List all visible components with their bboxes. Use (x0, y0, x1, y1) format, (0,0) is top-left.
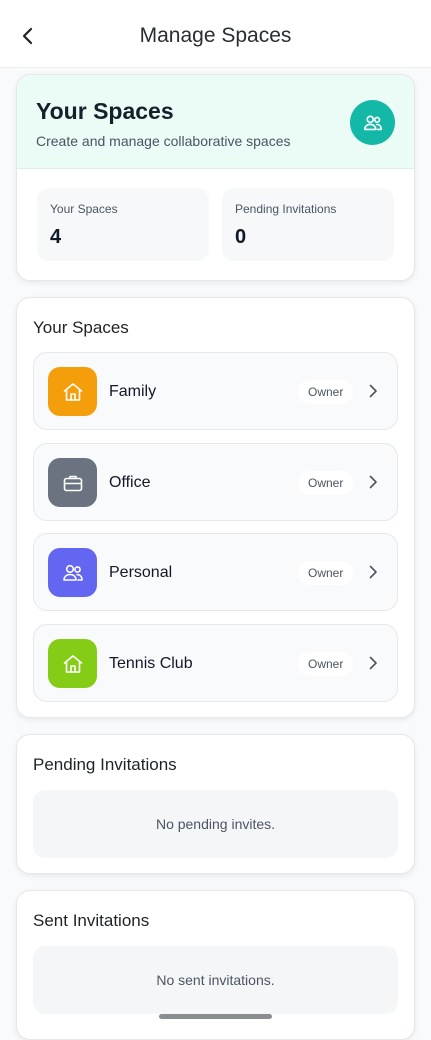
stat-label: Your Spaces (50, 202, 118, 216)
stat-pending-invitations: Pending Invitations 0 (222, 188, 394, 261)
role-badge: Owner (298, 652, 354, 676)
space-name: Office (109, 474, 151, 491)
space-item-tennis-club[interactable]: Tennis Club Owner (33, 624, 398, 702)
section-title: Your Spaces (33, 318, 129, 337)
section-title: Sent Invitations (33, 911, 150, 930)
top-app-bar: Manage Spaces (0, 0, 431, 68)
section-title: Pending Invitations (33, 755, 177, 774)
spaces-summary-card: Your Spaces Create and manage collaborat… (16, 74, 415, 281)
chevron-right-icon (369, 384, 377, 398)
space-item-family[interactable]: Family Owner (33, 352, 398, 430)
space-item-office[interactable]: Office Owner (33, 443, 398, 521)
home-icon (48, 639, 97, 688)
space-item-personal[interactable]: Personal Owner (33, 533, 398, 611)
spaces-list-card: Your Spaces Family Owner Office Owner Pe… (16, 297, 415, 718)
role-badge: Owner (298, 380, 354, 404)
role-badge: Owner (298, 471, 354, 495)
pending-invitations-card: Pending Invitations No pending invites. (16, 734, 415, 874)
chevron-right-icon (369, 475, 377, 489)
space-name: Family (109, 383, 157, 400)
stat-value: 0 (235, 226, 247, 248)
summary-banner: Your Spaces Create and manage collaborat… (17, 75, 414, 169)
role-badge: Owner (298, 561, 354, 585)
users-icon (48, 548, 97, 597)
home-indicator[interactable] (159, 1014, 272, 1019)
empty-state: No pending invites. (33, 790, 398, 858)
home-icon (48, 367, 97, 416)
stat-your-spaces: Your Spaces 4 (37, 188, 209, 261)
summary-title: Your Spaces (36, 98, 174, 124)
space-name: Tennis Club (109, 655, 193, 672)
empty-state: No sent invitations. (33, 946, 398, 1014)
space-name: Personal (109, 564, 173, 581)
chevron-right-icon (369, 656, 377, 670)
page-title: Manage Spaces (139, 24, 292, 47)
summary-subtitle: Create and manage collaborative spaces (36, 133, 291, 149)
briefcase-icon (48, 458, 97, 507)
chevron-right-icon (369, 565, 377, 579)
users-icon (350, 100, 395, 145)
stat-label: Pending Invitations (235, 202, 337, 216)
stat-value: 4 (50, 226, 62, 248)
